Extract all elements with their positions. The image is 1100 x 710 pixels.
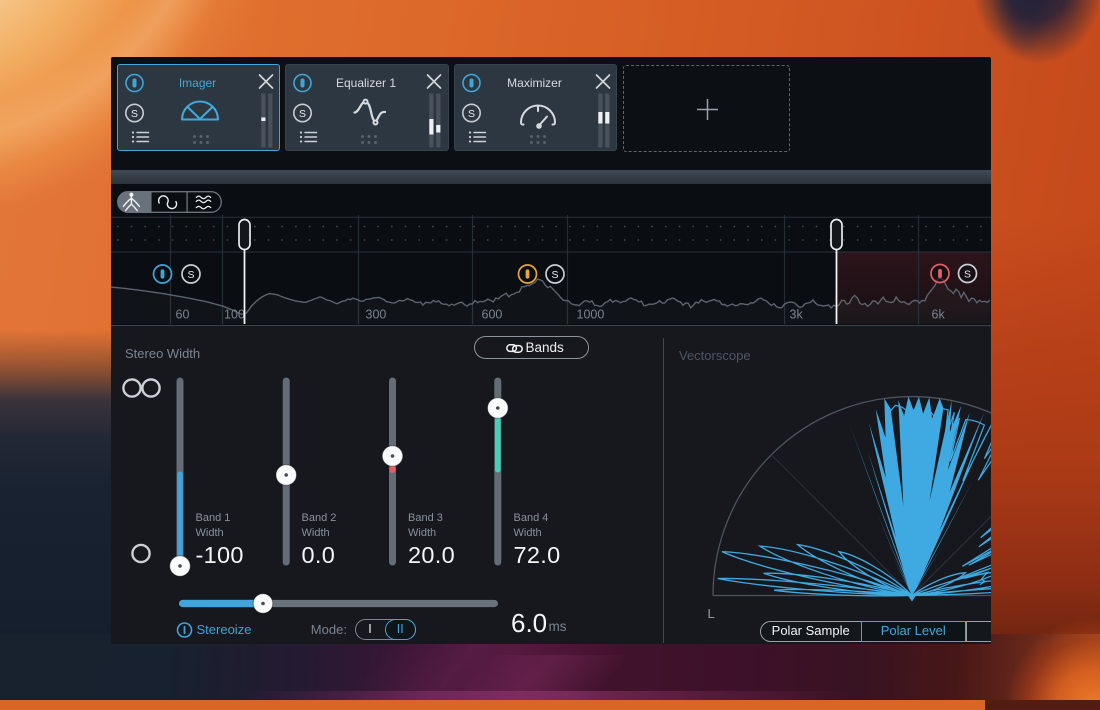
svg-text:S: S	[467, 108, 474, 120]
svg-text:S: S	[187, 269, 194, 281]
svg-text:300: 300	[365, 308, 386, 322]
svg-text:3k: 3k	[789, 308, 803, 322]
svg-text:S: S	[130, 108, 137, 120]
svg-text:60: 60	[175, 308, 189, 322]
svg-text:100: 100	[224, 308, 245, 322]
svg-text:1000: 1000	[576, 308, 604, 322]
svg-text:6k: 6k	[931, 308, 945, 322]
svg-text:600: 600	[481, 308, 502, 322]
svg-text:S: S	[963, 268, 970, 280]
svg-text:S: S	[551, 269, 558, 281]
svg-text:S: S	[299, 108, 306, 120]
